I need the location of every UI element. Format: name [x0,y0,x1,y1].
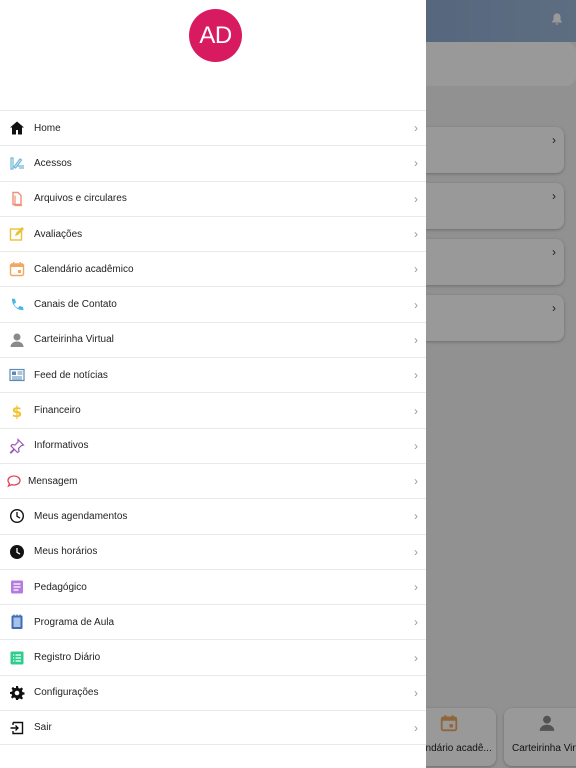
pin-icon [0,437,34,455]
menu-item-label: Acessos [34,157,72,169]
menu-item-label: Feed de notícias [34,369,108,381]
document-icon [0,578,34,596]
menu-item-label: Avaliações [34,228,83,240]
svg-text:$: $ [12,403,22,419]
menu-item-horarios[interactable]: Meus horários › [0,533,426,569]
menu-item-avaliacoes[interactable]: Avaliações › [0,215,426,251]
home-icon [0,119,34,137]
chevron-right-icon: › [414,685,418,700]
menu-item-calendario[interactable]: Calendário acadêmico › [0,251,426,286]
gear-icon [0,684,34,702]
menu-item-label: Programa de Aula [34,616,115,628]
logout-icon [0,719,34,737]
menu-item-label: Registro Diário [34,652,101,664]
chevron-right-icon: › [414,297,418,312]
menu-item-arquivos[interactable]: Arquivos e circulares › [0,180,426,216]
menu-item-mensagem[interactable]: Mensagem › [0,462,426,498]
chevron-right-icon: › [414,191,418,206]
menu-item-label: Configurações [34,687,99,699]
chevron-right-icon: › [414,121,418,136]
menu-item-carteirinha[interactable]: Carteirinha Virtual › [0,321,426,357]
menu-item-label: Meus agendamentos [34,510,128,522]
menu-item-label: Sair [34,722,52,734]
chevron-right-icon: › [414,615,418,630]
menu-item-label: Mensagem [28,475,78,487]
menu-item-registro[interactable]: Registro Diário › [0,639,426,674]
chevron-right-icon: › [414,580,418,594]
menu-item-configuracoes[interactable]: Configurações › [0,674,426,710]
menu-item-sair[interactable]: Sair › [0,710,426,746]
menu-item-financeiro[interactable]: $ Financeiro › [0,392,426,427]
menu-item-informativos[interactable]: Informativos › [0,427,426,463]
chevron-right-icon: › [414,544,418,559]
avatar[interactable]: AD [189,9,242,62]
chevron-right-icon: › [414,403,418,418]
clock-outline-icon [0,507,34,525]
menu-item-programa[interactable]: Programa de Aula › [0,604,426,639]
news-icon [0,366,34,384]
access-icon [0,154,34,172]
chevron-right-icon: › [414,156,418,171]
menu-item-label: Meus horários [34,546,98,558]
chat-icon [0,472,28,490]
calendar-icon [0,260,34,278]
navigation-drawer: AD Home › Acessos › Arquivos e circulare… [0,0,426,768]
drawer-menu: Home › Acessos › Arquivos e circulares ›… [0,110,426,746]
edit-icon [0,225,34,243]
menu-item-feed[interactable]: Feed de notícias › [0,357,426,392]
menu-item-agendamentos[interactable]: Meus agendamentos › [0,498,426,533]
menu-item-pedagogico[interactable]: Pedagógico › [0,568,426,604]
chevron-right-icon: › [414,368,418,383]
phone-icon [0,296,34,314]
chevron-right-icon: › [414,438,418,453]
notebook-icon [0,613,34,631]
menu-item-label: Calendário acadêmico [34,263,134,275]
menu-item-canais[interactable]: Canais de Contato › [0,286,426,321]
list-icon [0,649,34,667]
menu-item-label: Carteirinha Virtual [34,334,114,346]
menu-item-label: Financeiro [34,405,81,417]
menu-item-home[interactable]: Home › [0,110,426,145]
menu-item-label: Canais de Contato [34,299,117,311]
dollar-icon: $ [0,402,34,420]
menu-item-label: Home [34,122,61,134]
menu-item-label: Pedagógico [34,581,87,593]
chevron-right-icon: › [414,720,418,735]
menu-item-label: Informativos [34,440,89,452]
chevron-right-icon: › [414,509,418,524]
clock-filled-icon [0,543,34,561]
menu-item-label: Arquivos e circulares [34,193,127,205]
chevron-right-icon: › [414,650,418,665]
menu-item-acessos[interactable]: Acessos › [0,145,426,180]
chevron-right-icon: › [414,227,418,242]
chevron-right-icon: › [414,474,418,489]
chevron-right-icon: › [414,262,418,277]
person-icon [0,331,34,349]
chevron-right-icon: › [414,332,418,347]
files-icon [0,190,34,208]
